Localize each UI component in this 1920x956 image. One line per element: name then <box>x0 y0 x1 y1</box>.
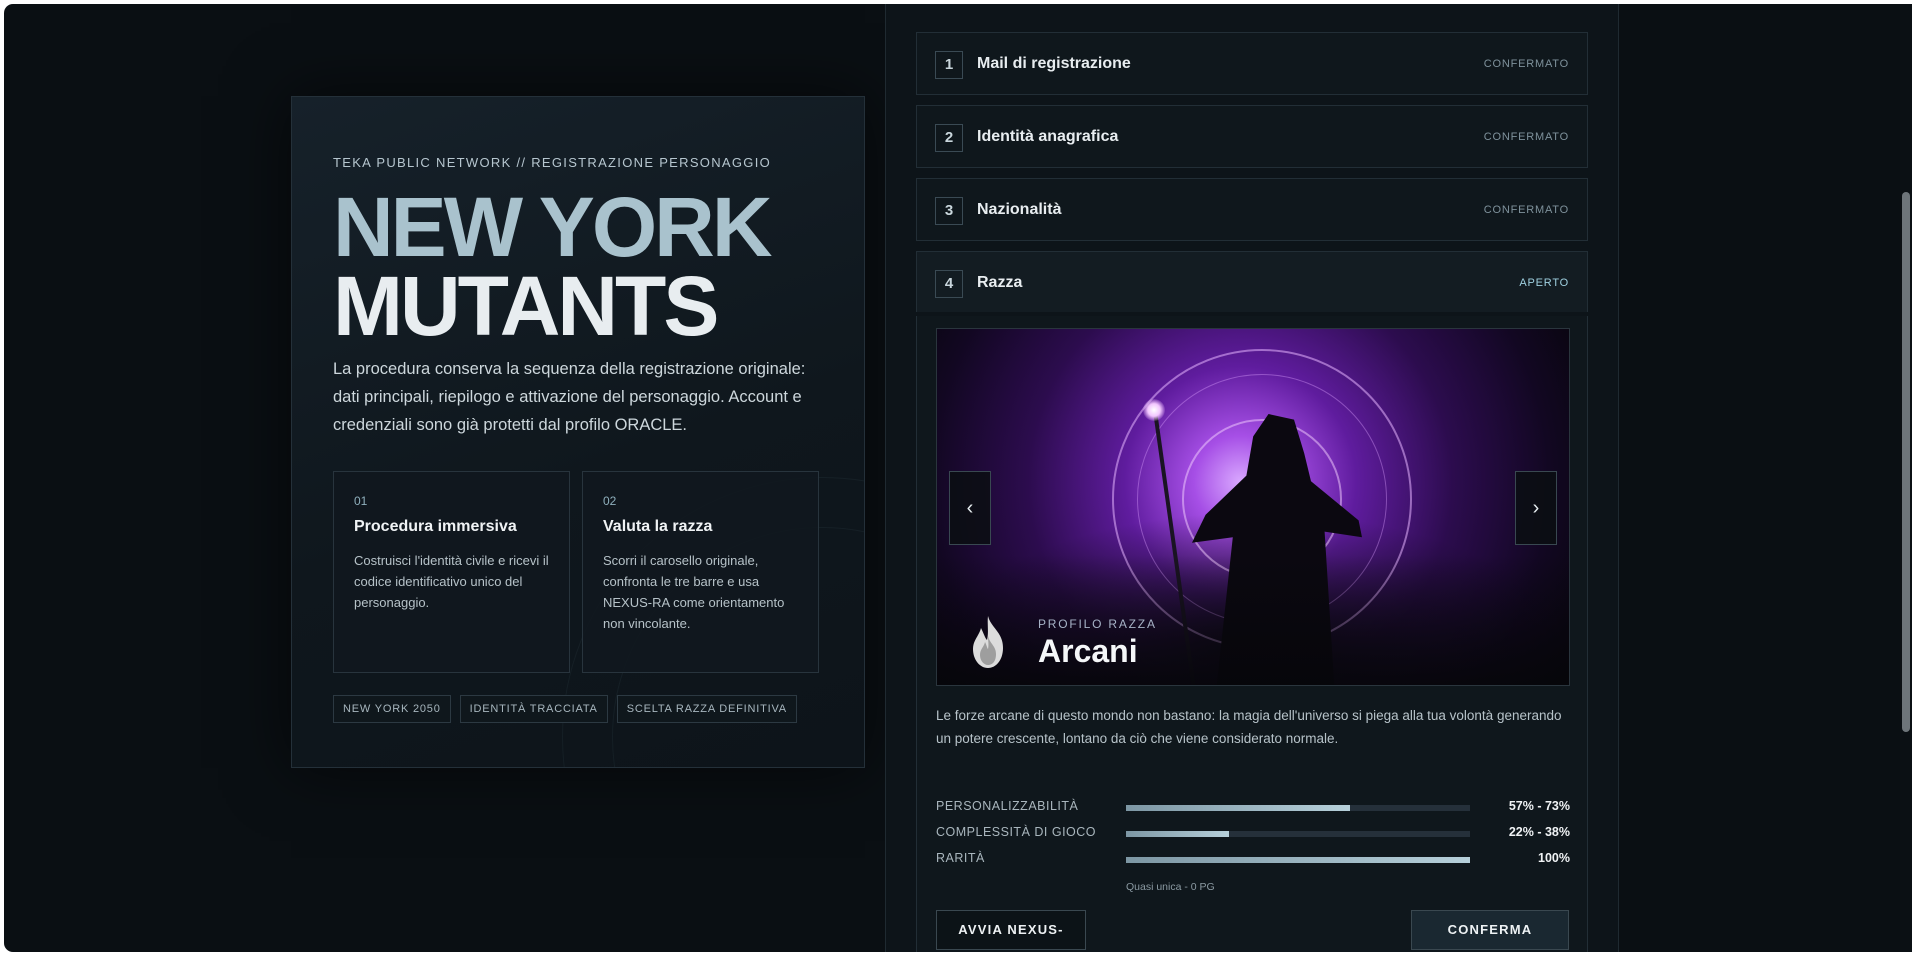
stat-row: RARITÀ 100% <box>936 851 1570 877</box>
page-kicker: TEKA PUBLIC NETWORK // REGISTRAZIONE PER… <box>333 155 772 170</box>
feature-title: Valuta la razza <box>603 518 713 535</box>
stat-row: PERSONALIZZABILITÀ 57% - 73% <box>936 799 1570 825</box>
step-number: 1 <box>935 51 963 79</box>
step-nationality[interactable]: 3 Nazionalità CONFERMATO <box>916 178 1588 241</box>
step-status: CONFERMATO <box>1483 58 1569 70</box>
app-window: TEKA PUBLIC NETWORK // REGISTRAZIONE PER… <box>4 4 1912 952</box>
race-name: Arcani <box>1038 633 1138 669</box>
step-status: CONFERMATO <box>1483 204 1569 216</box>
step-race[interactable]: 4 Razza APERTO <box>916 251 1588 312</box>
step-status: CONFERMATO <box>1483 131 1569 143</box>
race-description: Le forze arcane di questo mondo non bast… <box>936 708 1562 746</box>
step-title: Nazionalità <box>977 201 1062 218</box>
fire-icon <box>973 616 1003 668</box>
start-nexus-button[interactable]: AVVIA NEXUS-RA <box>936 910 1086 950</box>
stat-value: 100% <box>1538 851 1570 865</box>
stat-bar-fill <box>1126 831 1230 837</box>
stat-value: 22% - 38% <box>1508 825 1570 839</box>
profile-label: PROFILO RAZZA <box>1038 617 1157 631</box>
step-title: Mail di registrazione <box>977 55 1131 72</box>
stat-label: COMPLESSITÀ DI GIOCO <box>936 825 1097 839</box>
step-identity[interactable]: 2 Identità anagrafica CONFERMATO <box>916 105 1588 168</box>
tag: NEW YORK 2050 <box>333 695 451 723</box>
registration-steps: 1 Mail di registrazione CONFERMATO 2 Ide… <box>885 4 1619 952</box>
carousel-next-button[interactable]: › <box>1515 471 1557 545</box>
race-panel: ‹ › PROFILO RAZZA Arcani Le forze arcane… <box>916 316 1588 952</box>
feature-card-race: 02 Valuta la razza Scorri il carosello o… <box>582 471 819 673</box>
stat-bar-fill <box>1126 857 1470 863</box>
step-title: Razza <box>977 274 1023 291</box>
tag: SCELTA RAZZA DEFINITIVA <box>616 695 797 723</box>
scrollbar[interactable] <box>1900 4 1912 952</box>
stat-bar-fill <box>1126 805 1350 811</box>
feature-number: 02 <box>603 494 617 508</box>
step-number: 2 <box>935 124 963 152</box>
race-carousel[interactable]: ‹ › PROFILO RAZZA Arcani <box>936 328 1570 686</box>
step-number: 3 <box>935 197 963 225</box>
image-shade <box>937 555 1569 685</box>
stat-value: 57% - 73% <box>1508 799 1570 813</box>
stat-bar <box>1126 857 1470 863</box>
feature-title: Procedura immersiva <box>354 518 517 535</box>
page-title-line1: NEW YORK <box>333 180 772 274</box>
stat-label: RARITÀ <box>936 851 985 865</box>
stat-row: COMPLESSITÀ DI GIOCO 22% - 38% <box>936 825 1570 851</box>
stat-label: PERSONALIZZABILITÀ <box>936 799 1079 813</box>
feature-text: Costruisci l'identità civile e ricevi il… <box>354 553 549 610</box>
staff-orb <box>1143 399 1165 421</box>
feature-number: 01 <box>354 494 368 508</box>
feature-text: Scorri il carosello originale, confronta… <box>603 553 785 631</box>
tag-list: NEW YORK 2050 IDENTITÀ TRACCIATA SCELTA … <box>333 695 797 723</box>
feature-card-procedure: 01 Procedura immersiva Costruisci l'iden… <box>333 471 570 673</box>
step-mail[interactable]: 1 Mail di registrazione CONFERMATO <box>916 32 1588 95</box>
carousel-prev-button[interactable]: ‹ <box>949 471 991 545</box>
step-title: Identità anagrafica <box>977 128 1119 145</box>
page-title-line2: MUTANTS <box>333 259 719 353</box>
race-stats: PERSONALIZZABILITÀ 57% - 73% COMPLESSITÀ… <box>936 799 1570 877</box>
tag: IDENTITÀ TRACCIATA <box>459 695 608 723</box>
stat-bar <box>1126 831 1470 837</box>
step-status: APERTO <box>1519 277 1569 289</box>
rarity-note: Quasi unica - 0 PG <box>1126 881 1215 893</box>
confirm-race-button[interactable]: CONFERMA RAZZA <box>1411 910 1569 950</box>
scrollbar-thumb[interactable] <box>1902 192 1910 732</box>
intro-text: La procedura conserva la sequenza della … <box>333 360 806 434</box>
step-number: 4 <box>935 270 963 298</box>
stat-bar <box>1126 805 1470 811</box>
intro-card: TEKA PUBLIC NETWORK // REGISTRAZIONE PER… <box>291 96 865 768</box>
